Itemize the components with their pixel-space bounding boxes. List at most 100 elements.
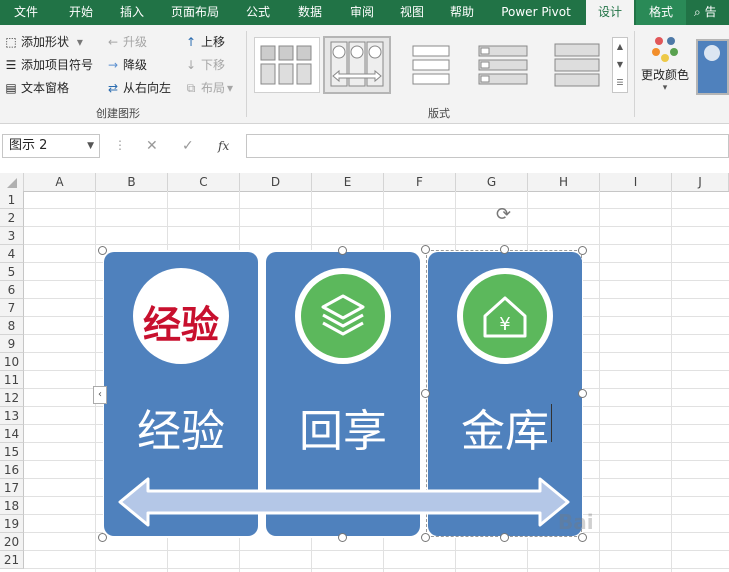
row-header[interactable]: 7	[0, 299, 24, 317]
column-header[interactable]: C	[168, 173, 240, 191]
tab-format[interactable]: 格式	[636, 0, 686, 25]
formula-input[interactable]	[246, 134, 729, 158]
tab-help[interactable]: 帮助	[440, 0, 484, 25]
drag-handle-icon[interactable]: ⋮	[114, 138, 126, 152]
row-header[interactable]: 17	[0, 479, 24, 497]
resize-handle[interactable]	[578, 533, 587, 542]
change-colors-button[interactable]: 更改颜色 ▾	[638, 33, 692, 99]
row-header[interactable]: 13	[0, 407, 24, 425]
name-box[interactable]: 图示 2 ▼	[2, 134, 100, 158]
text-pane-button[interactable]: ▤ 文本窗格	[4, 78, 69, 98]
add-shape-button[interactable]: ⬚ 添加形状 ▾	[4, 32, 83, 52]
column-header[interactable]: I	[600, 173, 672, 191]
row-header[interactable]: 12	[0, 389, 24, 407]
tab-page-layout[interactable]: 页面布局	[162, 0, 228, 25]
row-header[interactable]: 18	[0, 497, 24, 515]
resize-handle[interactable]	[98, 246, 107, 255]
demote-label: 降级	[123, 58, 148, 72]
row-header[interactable]: 2	[0, 209, 24, 227]
layout-option-selected[interactable]	[323, 36, 391, 94]
move-down-button[interactable]: ↓ 下移	[184, 55, 225, 75]
enter-icon[interactable]: ✓	[182, 138, 194, 154]
resize-handle[interactable]	[98, 533, 107, 542]
resize-handle[interactable]	[578, 246, 587, 255]
layers-icon-circle[interactable]	[295, 268, 391, 364]
house-yen-icon-circle[interactable]: ¥	[457, 268, 553, 364]
column-header[interactable]: E	[312, 173, 384, 191]
smartart-item-label[interactable]: 经验	[104, 395, 258, 459]
layout-button[interactable]: ⧉ 布局 ▾	[184, 78, 233, 98]
tab-formulas[interactable]: 公式	[236, 0, 280, 25]
select-all-corner[interactable]	[0, 173, 24, 191]
tab-power-pivot[interactable]: Power Pivot	[494, 0, 578, 25]
smartart-item-label[interactable]: 金库	[428, 395, 582, 459]
row-header[interactable]: 5	[0, 263, 24, 281]
logo-image[interactable]: 经验	[133, 268, 229, 364]
resize-handle[interactable]	[500, 245, 509, 254]
row-header[interactable]: 4	[0, 245, 24, 263]
row-header[interactable]: 19	[0, 515, 24, 533]
promote-button[interactable]: ← 升级	[106, 32, 147, 52]
chevron-down-icon: ▾	[76, 35, 83, 49]
row-header[interactable]: 21	[0, 551, 24, 569]
tab-tell-me[interactable]: ⌕ 告	[694, 0, 729, 25]
resize-handle[interactable]	[500, 533, 509, 542]
resize-handle[interactable]	[338, 246, 347, 255]
bullet-list-icon: ☰	[5, 58, 17, 72]
row-header[interactable]: 10	[0, 353, 24, 371]
row-header[interactable]: 8	[0, 317, 24, 335]
layout-option-5[interactable]	[544, 37, 610, 93]
tab-data[interactable]: 数据	[288, 0, 332, 25]
right-to-left-button[interactable]: ⇄ 从右向左	[106, 78, 171, 98]
row-header[interactable]: 3	[0, 227, 24, 245]
logo-text: 经验	[142, 302, 219, 347]
double-arrow-shape[interactable]	[118, 476, 570, 528]
cancel-icon[interactable]: ✕	[146, 138, 158, 154]
smartart-style-thumbnail[interactable]	[696, 39, 729, 95]
column-header[interactable]: H	[528, 173, 600, 191]
gallery-scroll[interactable]: ▲ ▼ ☰	[612, 37, 628, 93]
row-header[interactable]: 15	[0, 443, 24, 461]
row-header[interactable]: 11	[0, 371, 24, 389]
tab-design[interactable]: 设计	[586, 0, 634, 25]
column-header[interactable]: F	[384, 173, 456, 191]
resize-handle[interactable]	[578, 389, 587, 398]
resize-handle[interactable]	[338, 533, 347, 542]
tab-review[interactable]: 审阅	[340, 0, 384, 25]
more-icon: ☰	[616, 78, 624, 87]
corner-triangle-icon	[6, 178, 17, 188]
tab-home[interactable]: 开始	[55, 0, 107, 25]
layout-icon: ⧉	[186, 81, 196, 95]
row-header[interactable]: 20	[0, 533, 24, 551]
layout-option-3[interactable]	[398, 37, 464, 93]
tab-file[interactable]: 文件	[0, 0, 52, 25]
layout-option-4[interactable]	[470, 37, 536, 93]
smartart-item-label[interactable]: 回享	[266, 395, 420, 459]
tab-insert[interactable]: 插入	[108, 0, 156, 25]
row-header[interactable]: 14	[0, 425, 24, 443]
resize-handle[interactable]	[421, 533, 430, 542]
insert-function-icon[interactable]: fx	[218, 139, 229, 153]
row-header[interactable]: 9	[0, 335, 24, 353]
column-header[interactable]: D	[240, 173, 312, 191]
search-icon: ⌕	[694, 5, 701, 19]
tab-view[interactable]: 视图	[390, 0, 434, 25]
row-header[interactable]: 6	[0, 281, 24, 299]
move-down-label: 下移	[201, 58, 226, 72]
resize-handle[interactable]	[421, 245, 430, 254]
column-header[interactable]: G	[456, 173, 528, 191]
move-up-button[interactable]: ↑ 上移	[184, 32, 225, 52]
add-bullet-button[interactable]: ☰ 添加项目符号	[4, 55, 93, 75]
row-header[interactable]: 16	[0, 461, 24, 479]
demote-button[interactable]: → 降级	[106, 55, 147, 75]
column-header[interactable]: B	[96, 173, 168, 191]
house-yen-icon-bg: ¥	[463, 274, 547, 358]
row-header[interactable]: 1	[0, 191, 24, 209]
right-to-left-label: 从右向左	[123, 81, 172, 95]
text-pane-toggle[interactable]: ‹	[93, 386, 107, 404]
rotate-handle-icon[interactable]: ⟳	[496, 204, 511, 225]
column-header[interactable]: A	[24, 173, 96, 191]
resize-handle[interactable]	[421, 389, 430, 398]
layout-option-1[interactable]	[254, 37, 320, 93]
column-header[interactable]: J	[672, 173, 729, 191]
